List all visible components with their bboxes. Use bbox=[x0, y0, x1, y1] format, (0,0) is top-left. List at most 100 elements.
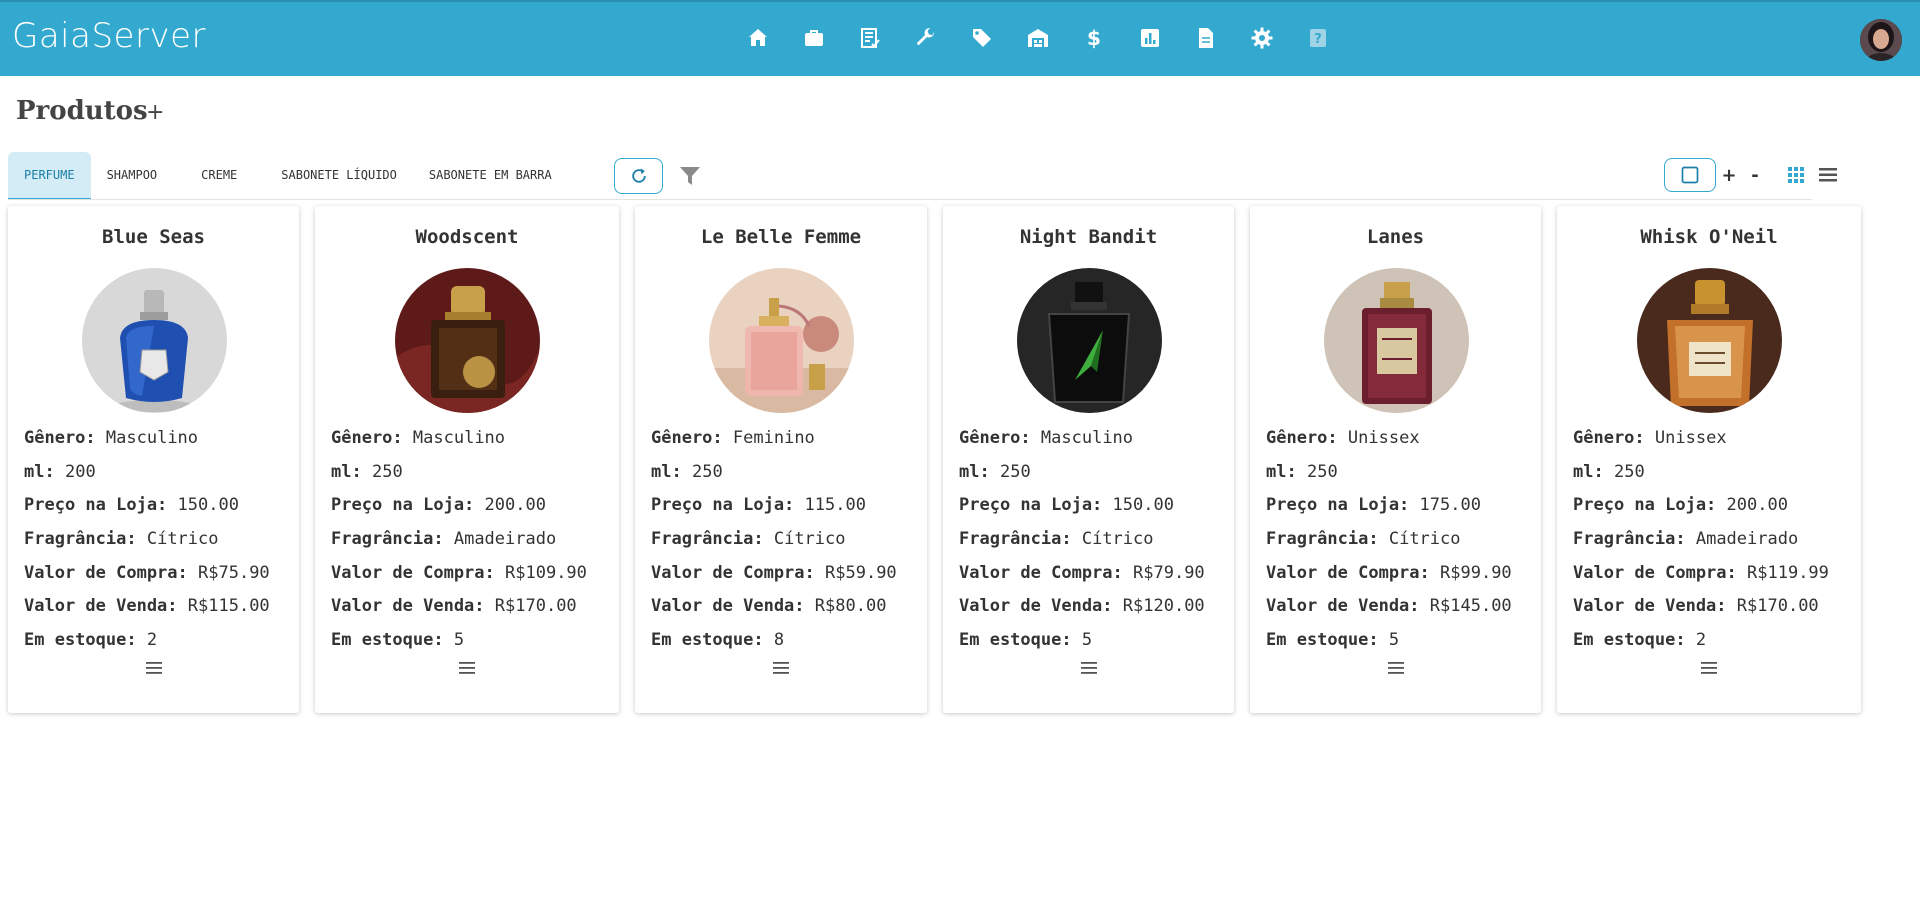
field-label: Preço na Loja: bbox=[651, 495, 795, 516]
product-card[interactable]: Le Belle Femme Gênero: Feminino ml: 250 … bbox=[635, 206, 927, 713]
product-image[interactable] bbox=[81, 268, 227, 413]
zoom-out-button[interactable]: - bbox=[1742, 165, 1768, 186]
field-compra: Valor de Compra: R$59.90 bbox=[651, 557, 921, 591]
filter-icon[interactable] bbox=[678, 164, 702, 188]
product-image[interactable] bbox=[1637, 268, 1782, 413]
warehouse-icon[interactable] bbox=[1010, 22, 1066, 54]
briefcase-icon[interactable] bbox=[786, 22, 842, 54]
dollar-icon[interactable]: $ bbox=[1066, 22, 1122, 54]
card-menu-icon[interactable] bbox=[771, 658, 791, 678]
field-value: R$75.90 bbox=[198, 562, 270, 583]
product-card[interactable]: Lanes Gênero: Unissex ml: 250 Preço na L… bbox=[1250, 206, 1541, 713]
field-ml: ml: 250 bbox=[651, 456, 921, 490]
product-image[interactable] bbox=[709, 268, 854, 413]
field-label: Valor de Compra: bbox=[331, 562, 495, 583]
field-label: Em estoque: bbox=[1573, 630, 1686, 651]
field-label: Preço na Loja: bbox=[331, 495, 475, 516]
product-details: Gênero: Feminino ml: 250 Preço na Loja: … bbox=[651, 422, 921, 658]
field-value: Masculino bbox=[412, 428, 506, 448]
field-value: 250 bbox=[1306, 461, 1338, 482]
refresh-button[interactable] bbox=[614, 158, 663, 194]
tag-icon[interactable] bbox=[954, 22, 1010, 54]
tab-sabonete-em-barra[interactable]: SABONETE EM BARRA bbox=[413, 152, 568, 200]
field-venda: Valor de Venda: R$170.00 bbox=[331, 590, 613, 624]
field-estoque: Em estoque: 2 bbox=[1573, 624, 1855, 658]
home-icon[interactable] bbox=[730, 22, 786, 54]
refresh-icon bbox=[631, 168, 646, 183]
field-value: R$109.90 bbox=[505, 562, 587, 583]
field-label: Fragrância: bbox=[1266, 529, 1379, 550]
product-details: Gênero: Unissex ml: 250 Preço na Loja: 1… bbox=[1266, 422, 1535, 658]
field-genero: Gênero: Masculino bbox=[331, 422, 613, 456]
field-preco: Preço na Loja: 175.00 bbox=[1266, 489, 1535, 523]
product-image[interactable] bbox=[1016, 268, 1162, 413]
add-product-button[interactable]: + bbox=[146, 100, 164, 125]
tab-sabonete-liquido[interactable]: SABONETE LÍQUIDO bbox=[265, 152, 413, 200]
receipt-icon[interactable] bbox=[842, 22, 898, 54]
field-label: Valor de Compra: bbox=[1266, 562, 1430, 583]
field-value: 250 bbox=[1613, 461, 1645, 482]
avatar[interactable] bbox=[1860, 19, 1902, 61]
field-value: R$115.00 bbox=[187, 596, 270, 617]
field-label: Valor de Venda: bbox=[24, 596, 178, 617]
product-image[interactable] bbox=[1323, 268, 1469, 413]
zoom-in-button[interactable]: + bbox=[1716, 165, 1742, 186]
product-details: Gênero: Unissex ml: 250 Preço na Loja: 2… bbox=[1573, 422, 1855, 658]
product-name: Night Bandit bbox=[1019, 226, 1158, 248]
field-label: ml: bbox=[24, 461, 55, 482]
field-label: Valor de Compra: bbox=[651, 562, 815, 583]
field-value: R$99.90 bbox=[1440, 562, 1512, 583]
list-view-icon[interactable] bbox=[1812, 158, 1844, 192]
field-compra: Valor de Compra: R$75.90 bbox=[24, 557, 293, 591]
grid-view-icon[interactable] bbox=[1780, 158, 1812, 192]
help-icon[interactable]: ? bbox=[1290, 22, 1346, 54]
product-card[interactable]: Woodscent Gênero: Masculino ml: 250 Preç… bbox=[315, 206, 619, 713]
field-value: Cítrico bbox=[1388, 529, 1461, 550]
product-card[interactable]: Blue Seas Gênero: Masculino ml: 200 Preç… bbox=[8, 206, 299, 713]
field-venda: Valor de Venda: R$145.00 bbox=[1266, 590, 1535, 624]
card-menu-icon[interactable] bbox=[457, 658, 477, 678]
tab-perfume[interactable]: PERFUME bbox=[8, 152, 91, 200]
category-tabs: PERFUME SHAMPOO CREME SABONETE LÍQUIDO S… bbox=[8, 152, 568, 200]
field-value: R$119.99 bbox=[1747, 562, 1829, 583]
app-title[interactable]: GaiaServer bbox=[12, 16, 206, 56]
field-label: Preço na Loja: bbox=[1573, 495, 1717, 516]
document-icon[interactable] bbox=[1178, 22, 1234, 54]
field-label: Preço na Loja: bbox=[959, 495, 1103, 516]
field-ml: ml: 250 bbox=[1573, 456, 1855, 490]
svg-text:$: $ bbox=[1087, 26, 1101, 50]
field-value: R$145.00 bbox=[1429, 596, 1512, 617]
svg-text:?: ? bbox=[1314, 32, 1322, 47]
field-preco: Preço na Loja: 150.00 bbox=[24, 489, 293, 523]
tab-shampoo[interactable]: SHAMPOO bbox=[91, 152, 174, 200]
field-value: Cítrico bbox=[146, 529, 219, 550]
field-compra: Valor de Compra: R$119.99 bbox=[1573, 557, 1855, 591]
field-ml: ml: 250 bbox=[1266, 456, 1535, 490]
tab-creme[interactable]: CREME bbox=[173, 152, 265, 200]
card-menu-icon[interactable] bbox=[1699, 658, 1719, 678]
field-value: 200 bbox=[64, 461, 96, 482]
field-value: 150.00 bbox=[1112, 495, 1174, 516]
card-menu-icon[interactable] bbox=[1386, 658, 1406, 678]
card-menu-icon[interactable] bbox=[1079, 658, 1099, 678]
product-card[interactable]: Night Bandit Gênero: Masculino ml: 250 P… bbox=[943, 206, 1234, 713]
wrench-icon[interactable] bbox=[898, 22, 954, 54]
field-estoque: Em estoque: 5 bbox=[1266, 624, 1535, 658]
product-grid: Blue Seas Gênero: Masculino ml: 200 Preç… bbox=[8, 206, 1861, 713]
field-label: Preço na Loja: bbox=[24, 495, 168, 516]
field-value: Masculino bbox=[105, 428, 199, 448]
card-size-button[interactable] bbox=[1664, 158, 1716, 192]
field-fragrancia: Fragrância: Cítrico bbox=[24, 523, 293, 557]
product-name: Whisk O'Neil bbox=[1640, 226, 1778, 248]
product-image[interactable] bbox=[395, 268, 540, 413]
chart-icon[interactable] bbox=[1122, 22, 1178, 54]
card-menu-icon[interactable] bbox=[144, 658, 164, 678]
field-venda: Valor de Venda: R$80.00 bbox=[651, 590, 921, 624]
field-label: Valor de Compra: bbox=[1573, 562, 1737, 583]
field-label: ml: bbox=[959, 461, 990, 482]
field-compra: Valor de Compra: R$109.90 bbox=[331, 557, 613, 591]
field-label: Gênero: bbox=[1266, 428, 1338, 448]
gear-icon[interactable] bbox=[1234, 22, 1290, 54]
product-name: Woodscent bbox=[415, 226, 519, 248]
product-card[interactable]: Whisk O'Neil Gênero: Unissex ml: 250 Pre… bbox=[1557, 206, 1861, 713]
